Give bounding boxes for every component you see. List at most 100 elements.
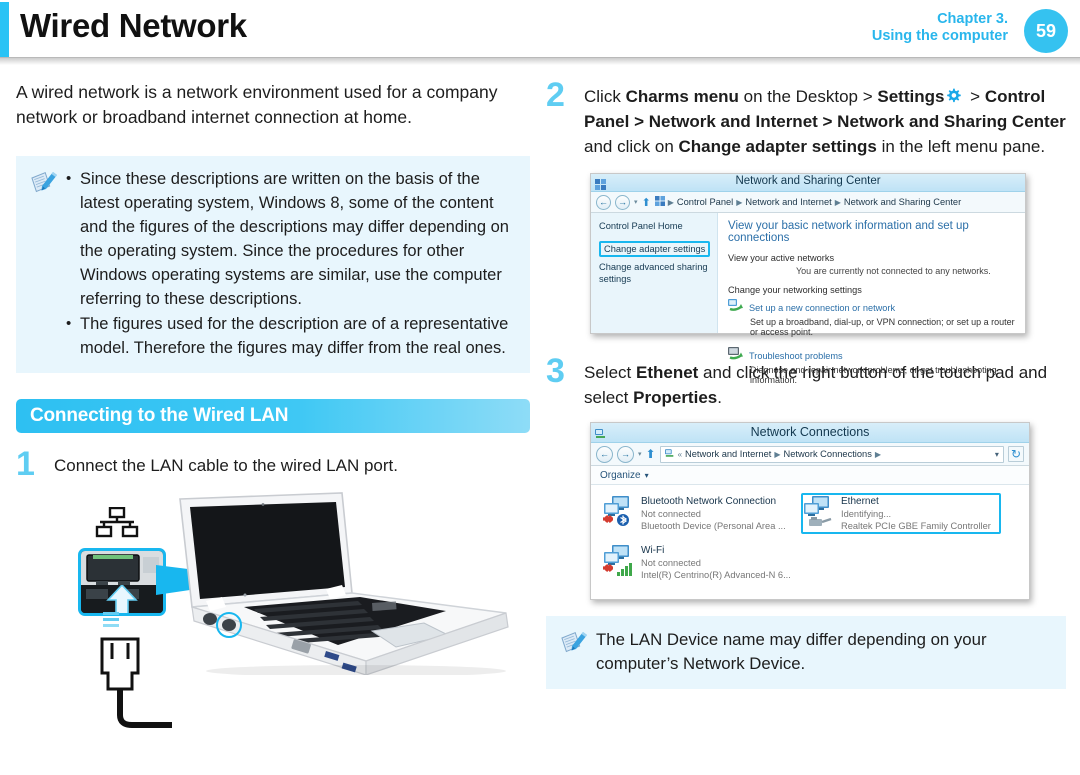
chapter-number: Chapter 3. [937, 11, 1008, 27]
content-heading: View your basic network information and … [728, 220, 969, 244]
chevron-down-icon[interactable]: ▾ [645, 471, 649, 480]
emphasis-text: Properties [633, 388, 718, 407]
left-column: A wired network is a network environment… [16, 80, 530, 775]
breadcrumb-item[interactable]: Control Panel [677, 197, 733, 207]
breadcrumb-separator: ▶ [736, 197, 743, 207]
plain-text: > [965, 87, 985, 106]
window-body: Control Panel Home Change adapter settin… [591, 213, 1025, 385]
address-bar[interactable]: ← → ▾ ⬆ « Network and Internet ▶ Network… [591, 443, 1029, 466]
address-bar[interactable]: ← → ▾ ⬆ ▶ Control Panel ▶ Network and In… [591, 192, 1025, 213]
link-title[interactable]: Troubleshoot problems [749, 351, 843, 361]
main-pane: View your basic network information and … [718, 213, 1025, 385]
bullet-glyph: • [66, 315, 72, 332]
chapter-name: Using the computer [871, 28, 1008, 44]
plain-text: in the left menu pane. [876, 137, 1046, 156]
step-number: 1 [16, 445, 35, 483]
toolbar[interactable]: Organize ▾ [591, 466, 1029, 485]
active-networks-value: You are currently not connected to any n… [796, 266, 991, 276]
note-list-item: • Since these descriptions are written o… [66, 167, 516, 311]
sidebar-item-change-adapter-settings[interactable]: Change adapter settings [599, 241, 711, 257]
network-adapter-icon [603, 495, 635, 529]
connection-device: Realtek PCIe GBE Family Controller [841, 521, 991, 531]
bullet-glyph: • [66, 170, 72, 187]
emphasis-text: Charms menu [625, 87, 739, 106]
plain-text: and click on [584, 137, 679, 156]
lan-port-closeup-photo [78, 548, 166, 616]
list-item-ethernet-selected[interactable]: Ethernet Identifying... Realtek PCIe GBE… [801, 493, 1001, 534]
link-title[interactable]: Set up a new connection or network [749, 303, 895, 313]
plain-text: on the Desktop > [738, 87, 878, 106]
header-accent-bar [0, 2, 9, 57]
new-connection-icon [728, 298, 743, 317]
forward-arrow-icon[interactable]: → [615, 194, 630, 210]
link-description: Set up a broadband, dial-up, or VPN conn… [750, 317, 1015, 337]
sidebar-item-change-advanced-sharing[interactable]: Change advanced sharing settings [599, 261, 711, 285]
breadcrumb[interactable]: ▶ Control Panel ▶ Network and Internet ▶… [654, 195, 1020, 210]
breadcrumb-separator: ▶ [774, 449, 781, 459]
plain-text: . [717, 388, 722, 407]
list-item[interactable]: Wi-Fi Not connected Intel(R) Centrino(R)… [601, 542, 801, 583]
list-item[interactable]: Bluetooth Network Connection Not connect… [601, 493, 801, 534]
breadcrumb-separator: ▶ [834, 197, 841, 207]
step-2: 2 Click Charms menu on the Desktop > Set… [546, 76, 1066, 159]
emphasis-text: Ethenet [635, 363, 699, 382]
header-divider [0, 57, 1080, 65]
breadcrumb-item[interactable]: Network Connections [784, 449, 872, 459]
setting-link-row[interactable]: Troubleshoot problems [728, 346, 1017, 365]
setting-link-row[interactable]: Set up a new connection or network [728, 298, 1017, 317]
up-arrow-icon[interactable]: ⬆ [646, 447, 656, 461]
change-settings-label: Change your networking settings [728, 285, 862, 295]
connection-status: Not connected [641, 558, 701, 568]
connection-status: Identifying... [841, 509, 892, 519]
step-number: 2 [546, 76, 565, 114]
chevron-down-icon[interactable]: ▾ [634, 198, 638, 206]
breadcrumb-separator: ▶ [667, 197, 674, 207]
breadcrumb-item[interactable]: Network and Internet [745, 197, 831, 207]
back-arrow-icon[interactable]: ← [596, 194, 611, 210]
window-titlebar: Network Connections [591, 423, 1029, 443]
step-text: Connect the LAN cable to the wired LAN p… [54, 456, 398, 475]
breadcrumb-item[interactable]: Network and Internet [685, 449, 771, 459]
step-number: 3 [546, 352, 565, 390]
note-box-top: • Since these descriptions are written o… [16, 156, 530, 373]
troubleshoot-icon [728, 346, 743, 365]
connection-name: Wi-Fi [641, 545, 665, 556]
up-arrow-icon[interactable]: ⬆ [642, 196, 651, 209]
back-arrow-icon[interactable]: ← [596, 445, 613, 463]
emphasis-text: Change adapter settings [678, 137, 877, 156]
window-title: Network Connections [750, 425, 870, 439]
emphasis-text: Settings [877, 87, 945, 106]
breadcrumb-item[interactable]: Network and Sharing Center [844, 197, 961, 207]
note-text: The LAN Device name may differ depending… [596, 630, 987, 673]
breadcrumb[interactable]: « Network and Internet ▶ Network Connect… [659, 445, 1004, 463]
connection-status: Not connected [641, 509, 701, 519]
wired-lan-figure [16, 485, 530, 775]
connections-list: Bluetooth Network Connection Not connect… [591, 485, 1029, 599]
page-title: Wired Network [20, 7, 247, 44]
intro-paragraph: A wired network is a network environment… [16, 82, 498, 127]
note-list-item: • The figures used for the description a… [66, 312, 516, 360]
step-text: Click Charms menu on the Desktop > Setti… [584, 80, 1066, 159]
plain-text: Click [584, 87, 626, 106]
connection-name: Ethernet [841, 496, 879, 507]
sidebar: Control Panel Home Change adapter settin… [591, 213, 718, 333]
chevron-down-icon[interactable]: ▾ [638, 450, 642, 458]
connection-device: Bluetooth Device (Personal Area ... [641, 521, 786, 531]
organize-button[interactable]: Organize [600, 470, 641, 481]
right-column: 2 Click Charms menu on the Desktop > Set… [546, 76, 1066, 689]
address-dropdown-icon[interactable]: ▾ [995, 450, 999, 459]
refresh-icon[interactable]: ↻ [1007, 446, 1024, 462]
connection-name: Bluetooth Network Connection [641, 496, 777, 507]
forward-arrow-icon[interactable]: → [617, 445, 634, 463]
network-connections-window[interactable]: Network Connections ← → ▾ ⬆ « Network an… [590, 422, 1030, 600]
note-text: Since these descriptions are written on … [80, 170, 509, 308]
note-list: • Since these descriptions are written o… [66, 167, 516, 360]
note-box-bottom: The LAN Device name may differ depending… [546, 616, 1066, 689]
note-text: The figures used for the description are… [80, 315, 509, 357]
window-title: Network and Sharing Center [735, 175, 881, 187]
breadcrumb-icon [654, 195, 665, 209]
plain-text: Select [584, 363, 636, 382]
network-sharing-center-window[interactable]: Network and Sharing Center ← → ▾ ⬆ ▶ Con… [590, 173, 1026, 385]
settings-gear-icon [946, 87, 963, 104]
sidebar-item-control-panel-home[interactable]: Control Panel Home [599, 220, 711, 232]
